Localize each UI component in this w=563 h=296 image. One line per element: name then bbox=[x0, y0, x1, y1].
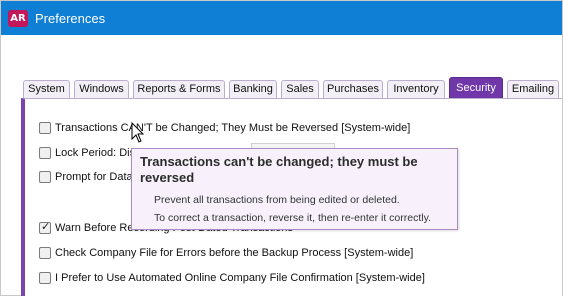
tooltip-line-2: To correct a transaction, reverse it, th… bbox=[154, 212, 431, 224]
tab-system[interactable]: System bbox=[23, 80, 70, 99]
tooltip-line-1: Prevent all transactions from being edit… bbox=[154, 194, 400, 206]
checkbox[interactable] bbox=[39, 122, 51, 134]
tab-inventory[interactable]: Inventory bbox=[387, 80, 445, 99]
checkbox[interactable] bbox=[39, 247, 51, 259]
tooltip-title: Transactions can't be changed; they must… bbox=[140, 154, 418, 185]
checkbox-checked[interactable] bbox=[39, 220, 51, 234]
checkbox[interactable] bbox=[39, 171, 51, 183]
tab-emailing[interactable]: Emailing bbox=[507, 80, 559, 99]
tab-bar: System Windows Reports & Forms Banking S… bbox=[21, 77, 561, 99]
tab-security[interactable]: Security bbox=[449, 77, 503, 99]
option-label: Check Company File for Errors before the… bbox=[55, 247, 414, 259]
preferences-window: AR Preferences System Windows Reports & … bbox=[0, 0, 563, 296]
tab-sales[interactable]: Sales bbox=[281, 80, 319, 99]
title-bar[interactable]: AR Preferences bbox=[1, 1, 562, 35]
tab-reports-forms[interactable]: Reports & Forms bbox=[133, 80, 225, 99]
tooltip: Transactions can't be changed; they must… bbox=[131, 148, 458, 230]
option-label: I Prefer to Use Automated Online Company… bbox=[55, 272, 425, 284]
option-label: Prompt for Data bbox=[55, 171, 133, 183]
window-title: Preferences bbox=[35, 11, 106, 26]
tab-purchases[interactable]: Purchases bbox=[323, 80, 383, 99]
checkbox[interactable] bbox=[39, 147, 51, 159]
option-label: Lock Period: Disa bbox=[55, 147, 142, 159]
mouse-pointer-icon bbox=[131, 122, 145, 143]
tab-windows[interactable]: Windows bbox=[74, 80, 129, 99]
app-logo-icon: AR bbox=[8, 10, 28, 27]
tab-banking[interactable]: Banking bbox=[229, 80, 277, 99]
checkbox[interactable] bbox=[39, 272, 51, 284]
option-label: Transactions CAN'T be Changed; They Must… bbox=[55, 122, 411, 134]
